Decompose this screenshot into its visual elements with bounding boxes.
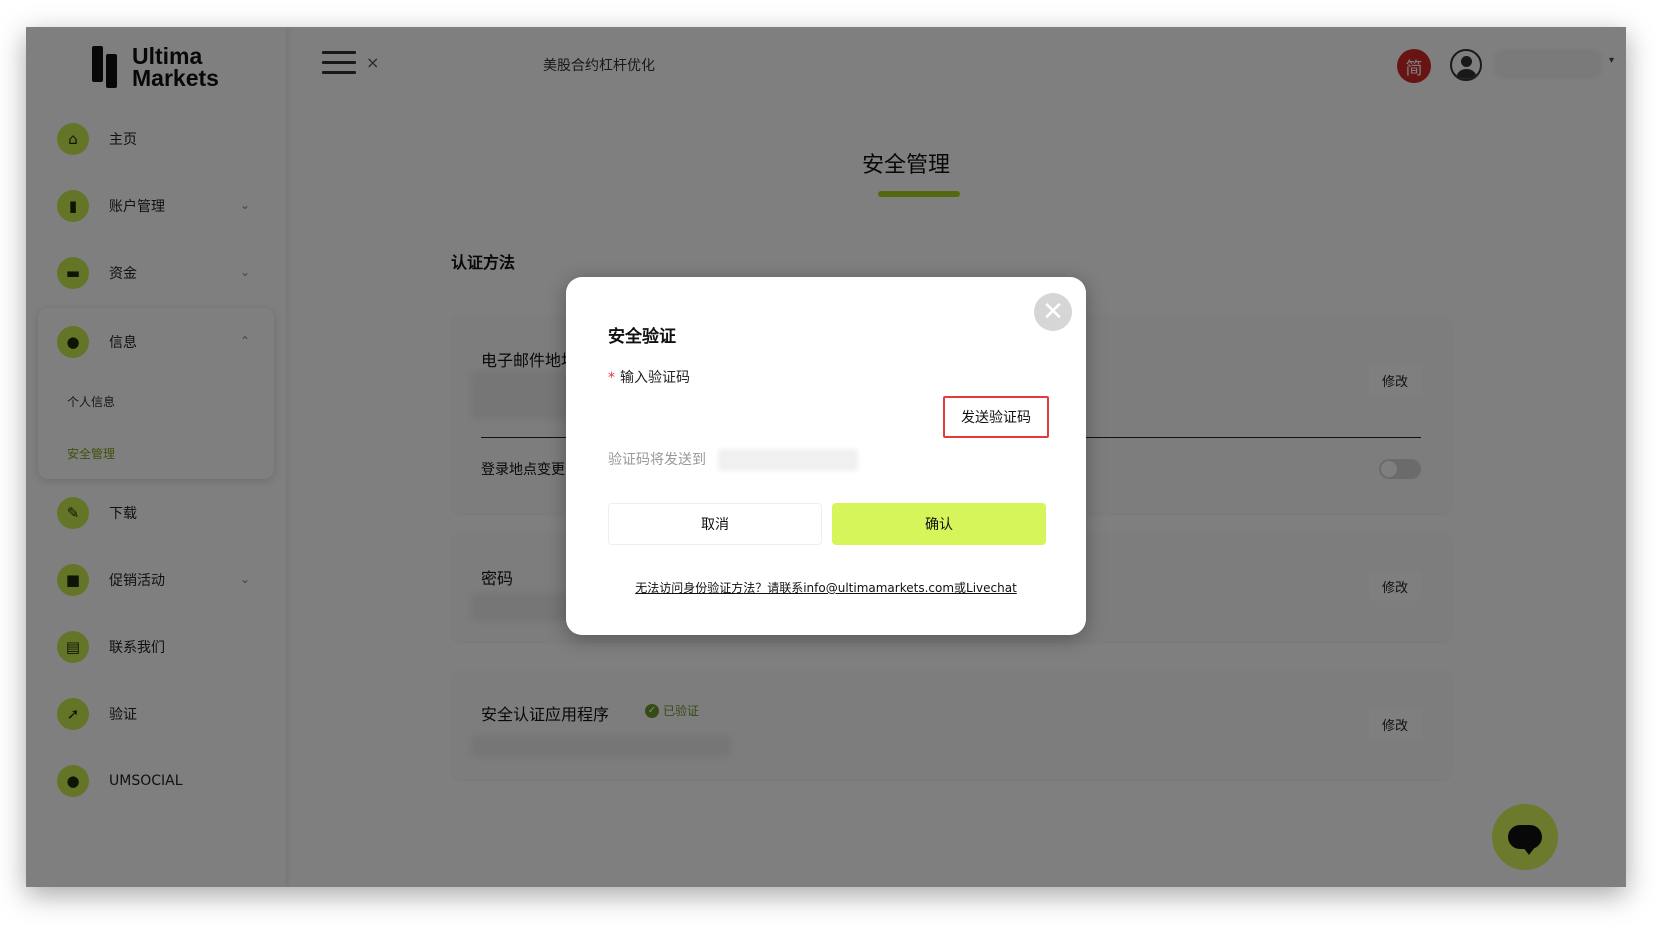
verification-code-label: * 输入验证码: [608, 370, 690, 386]
app-window: Ultima Markets ⌂ 主页 ▮ 账户管理 ⌄ ▬ 资金 ⌄ ●: [26, 27, 1626, 887]
send-code-button[interactable]: 发送验证码: [943, 396, 1049, 438]
code-destination-hint: 验证码将发送到: [608, 452, 706, 468]
cancel-button[interactable]: 取消: [608, 503, 822, 545]
close-icon[interactable]: ✕: [1034, 293, 1072, 331]
security-verification-modal: ✕ 安全验证 * 输入验证码 发送验证码 验证码将发送到 取消 确认 无法访问身份…: [566, 277, 1086, 635]
required-mark: *: [608, 370, 615, 386]
verification-code-input[interactable]: [608, 397, 943, 439]
help-contact-link[interactable]: 无法访问身份验证方法？请联系info@ultimamarkets.com或Liv…: [566, 579, 1086, 596]
confirm-button[interactable]: 确认: [832, 503, 1046, 545]
destination-redacted: [718, 449, 858, 471]
modal-title: 安全验证: [608, 327, 676, 347]
